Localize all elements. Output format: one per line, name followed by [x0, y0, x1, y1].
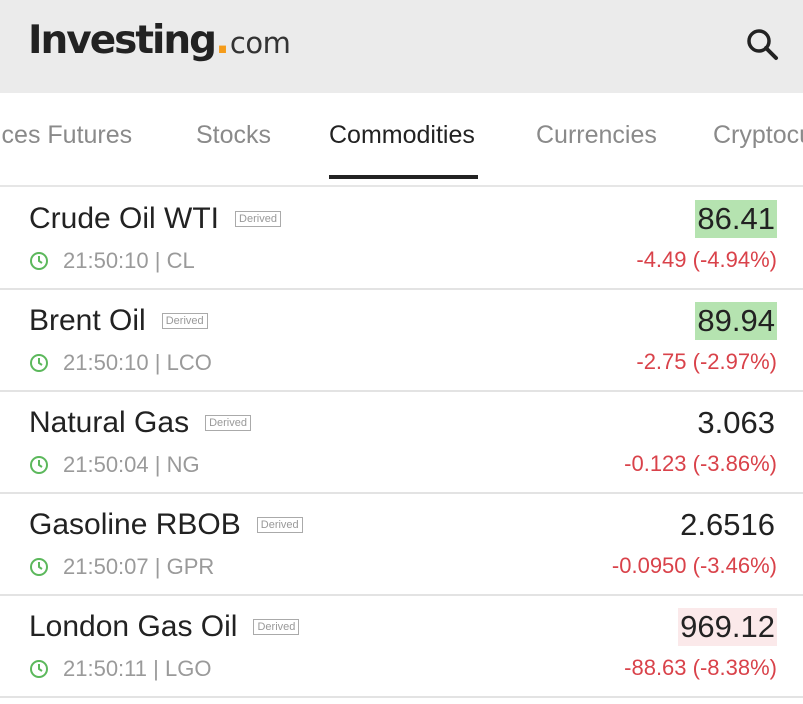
- commodity-meta: 21:50:04 | NG: [29, 452, 200, 478]
- update-time: 21:50:04: [63, 452, 149, 477]
- commodity-price: 89.94: [695, 302, 777, 340]
- meta-separator: |: [148, 554, 167, 579]
- commodity-change: -2.75 (-2.97%): [636, 349, 777, 374]
- update-time: 21:50:07: [63, 554, 149, 579]
- app-header: Investing. com: [0, 0, 803, 93]
- commodity-meta: 21:50:10 | CL: [29, 248, 195, 274]
- search-icon: [747, 29, 778, 60]
- commodity-meta: 21:50:07 | GPR: [29, 554, 214, 580]
- commodity-change: -4.49 (-4.94%): [636, 247, 777, 272]
- commodity-row-crude-oil-wti[interactable]: Crude Oil WTI Derived 21:50:10 | CL 86.4…: [0, 188, 803, 290]
- clock-icon: [30, 558, 48, 576]
- logo-suffix: com: [229, 26, 291, 60]
- commodity-name: Crude Oil WTI: [29, 202, 220, 235]
- derived-badge: Derived: [256, 517, 303, 533]
- category-tabs: ices Futures Stocks Commodities Currenci…: [0, 93, 803, 187]
- tab-currencies[interactable]: Currencies: [536, 121, 657, 150]
- commodity-name-wrap: Brent Oil Derived: [29, 304, 208, 338]
- tab-cryptocurrency[interactable]: Cryptocu: [713, 121, 803, 150]
- commodity-name-wrap: Natural Gas Derived: [29, 406, 251, 440]
- update-time: 21:50:10: [63, 248, 149, 273]
- commodity-name: Brent Oil: [29, 304, 146, 337]
- logo-dot: .: [215, 18, 230, 63]
- commodity-row-brent-oil[interactable]: Brent Oil Derived 21:50:10 | LCO 89.94 -…: [0, 290, 803, 392]
- commodity-name-wrap: Gasoline RBOB Derived: [29, 508, 303, 542]
- commodity-name: Gasoline RBOB: [29, 508, 241, 541]
- commodity-symbol: CL: [166, 248, 195, 273]
- commodity-change: -88.63 (-8.38%): [624, 655, 777, 680]
- clock-icon: [30, 354, 48, 372]
- commodity-symbol: NG: [166, 452, 200, 477]
- commodity-name-wrap: London Gas Oil Derived: [29, 610, 300, 644]
- commodity-name: Natural Gas: [29, 406, 190, 439]
- derived-badge: Derived: [235, 211, 281, 227]
- meta-separator: |: [148, 350, 167, 375]
- clock-icon: [30, 252, 48, 270]
- investing-logo[interactable]: Investing. com: [28, 18, 291, 68]
- clock-icon: [30, 456, 48, 474]
- commodity-row-gasoline-rbob[interactable]: Gasoline RBOB Derived 21:50:07 | GPR 2.6…: [0, 494, 803, 596]
- commodity-change: -0.123 (-3.86%): [624, 451, 777, 476]
- meta-separator: |: [147, 656, 165, 681]
- tab-commodities[interactable]: Commodities: [329, 121, 475, 150]
- logo-wordmark: Investing: [28, 18, 217, 63]
- commodity-name-wrap: Crude Oil WTI Derived: [29, 202, 281, 236]
- commodity-row-natural-gas[interactable]: Natural Gas Derived 21:50:04 | NG 3.063 …: [0, 392, 803, 494]
- commodity-row-london-gas-oil[interactable]: London Gas Oil Derived 21:50:11 | LGO 96…: [0, 596, 803, 698]
- derived-badge: Derived: [161, 313, 208, 329]
- clock-icon: [30, 660, 48, 678]
- commodity-meta: 21:50:11 | LGO: [29, 656, 211, 682]
- commodity-symbol: GPR: [166, 554, 215, 579]
- commodity-meta: 21:50:10 | LCO: [29, 350, 212, 376]
- commodity-name: London Gas Oil: [29, 610, 238, 643]
- meta-separator: |: [148, 248, 167, 273]
- commodity-price: 969.12: [678, 608, 777, 646]
- commodity-price: 86.41: [695, 200, 777, 238]
- meta-separator: |: [148, 452, 167, 477]
- commodity-symbol: LGO: [164, 656, 212, 681]
- search-button[interactable]: [740, 22, 784, 66]
- update-time: 21:50:11: [63, 656, 148, 681]
- commodity-change: -0.0950 (-3.46%): [611, 553, 777, 578]
- derived-badge: Derived: [205, 415, 251, 431]
- tab-stocks[interactable]: Stocks: [196, 121, 271, 150]
- commodity-symbol: LCO: [166, 350, 212, 375]
- update-time: 21:50:10: [63, 350, 149, 375]
- active-tab-indicator: [329, 175, 478, 179]
- derived-badge: Derived: [253, 619, 300, 635]
- commodity-price: 3.063: [697, 405, 775, 440]
- commodity-price: 2.6516: [680, 507, 775, 542]
- tab-indices-futures[interactable]: ices Futures: [0, 121, 132, 150]
